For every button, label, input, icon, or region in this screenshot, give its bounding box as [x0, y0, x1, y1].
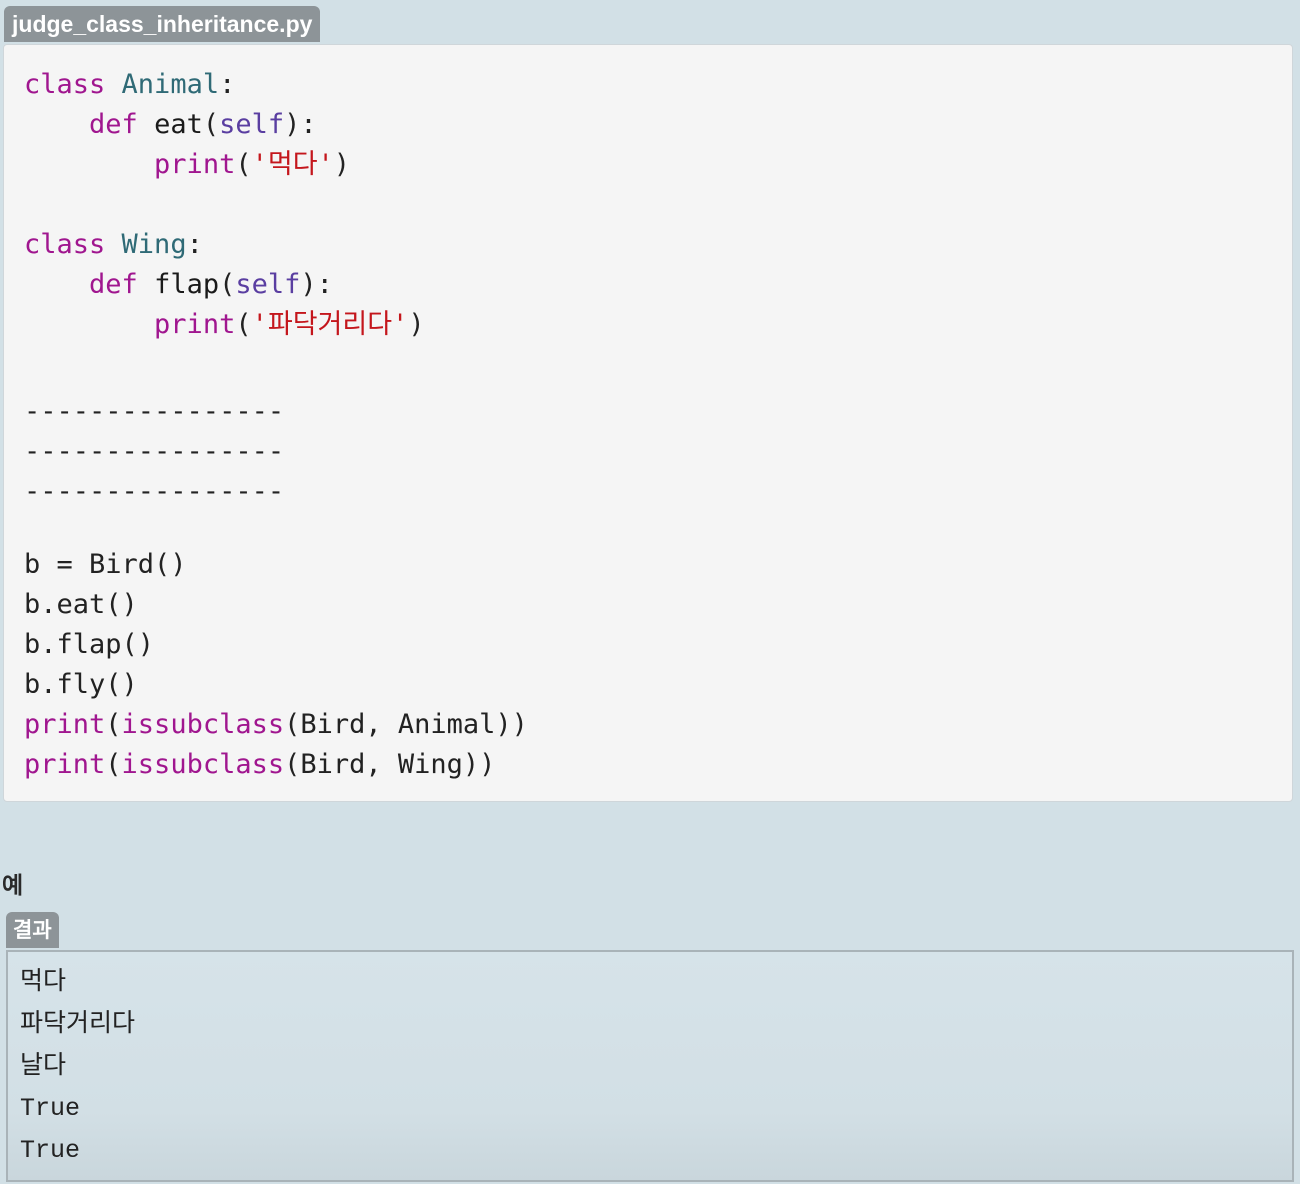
result-output-box: 먹다 파닥거리다 날다 True True	[6, 950, 1294, 1182]
code-blank-line-3: ----------------	[24, 476, 285, 507]
code-arguments: (Bird, Wing))	[284, 749, 496, 780]
code-line-3: print('먹다')	[24, 145, 350, 185]
code-self: self	[219, 109, 285, 140]
code-line-16: b.fly()	[24, 669, 138, 700]
code-line-17: print(issubclass(Bird, Animal))	[24, 705, 528, 745]
code-builtin: issubclass	[121, 749, 285, 780]
code-blank-line-2: ----------------	[24, 436, 285, 467]
code-class-name: Animal	[121, 69, 220, 100]
code-line-1: class Animal:	[24, 65, 235, 105]
code-string: '먹다'	[251, 149, 334, 180]
result-line-4: True	[20, 1094, 81, 1123]
code-function-name: eat	[154, 109, 203, 140]
code-line-7: print('파닥거리다')	[24, 305, 425, 345]
result-line-3: 날다	[20, 1050, 67, 1079]
code-punctuation: :	[219, 69, 236, 100]
code-line-15: b.flap()	[24, 629, 155, 660]
code-builtin: print	[154, 309, 236, 340]
code-punctuation: :	[186, 229, 203, 260]
code-line-14: b.eat()	[24, 589, 138, 620]
code-string: '파닥거리다'	[251, 309, 409, 340]
code-punctuation: (	[202, 109, 220, 140]
file-name-tab: judge_class_inheritance.py	[4, 6, 321, 42]
code-punctuation: (	[105, 709, 122, 740]
code-punctuation: (	[219, 269, 236, 300]
code-line-6: def flap(self):	[24, 265, 333, 305]
code-blank-line-1: ----------------	[24, 396, 285, 427]
result-tab: 결과	[6, 912, 59, 948]
code-punctuation: )	[408, 309, 425, 340]
code-self: self	[235, 269, 301, 300]
result-line-1: 먹다	[20, 966, 67, 995]
code-punctuation: ):	[300, 269, 333, 300]
code-builtin: print	[154, 149, 236, 180]
code-punctuation: (	[235, 149, 252, 180]
code-line-5: class Wing:	[24, 225, 203, 265]
result-line-5: True	[20, 1136, 81, 1165]
code-class-name: Wing	[121, 229, 187, 260]
code-keyword: class	[24, 229, 106, 260]
code-builtin: print	[24, 749, 106, 780]
code-punctuation: (	[105, 749, 122, 780]
code-keyword: class	[24, 69, 106, 100]
code-punctuation: ):	[284, 109, 317, 140]
example-label: 예	[2, 873, 24, 899]
code-keyword: def	[89, 109, 138, 140]
code-punctuation: )	[333, 149, 351, 180]
code-arguments: (Bird, Animal))	[284, 709, 528, 740]
code-line-13: b = Bird()	[24, 549, 187, 580]
code-function-name: flap	[154, 269, 220, 300]
code-line-18: print(issubclass(Bird, Wing))	[24, 745, 495, 785]
result-line-2: 파닥거리다	[20, 1008, 136, 1037]
code-punctuation: (	[235, 309, 252, 340]
code-keyword: def	[89, 269, 138, 300]
code-line-2: def eat(self):	[24, 105, 317, 145]
code-builtin: print	[24, 709, 106, 740]
code-builtin: issubclass	[121, 709, 285, 740]
code-block: class Animal: def eat(self): print('먹다')…	[3, 44, 1293, 802]
